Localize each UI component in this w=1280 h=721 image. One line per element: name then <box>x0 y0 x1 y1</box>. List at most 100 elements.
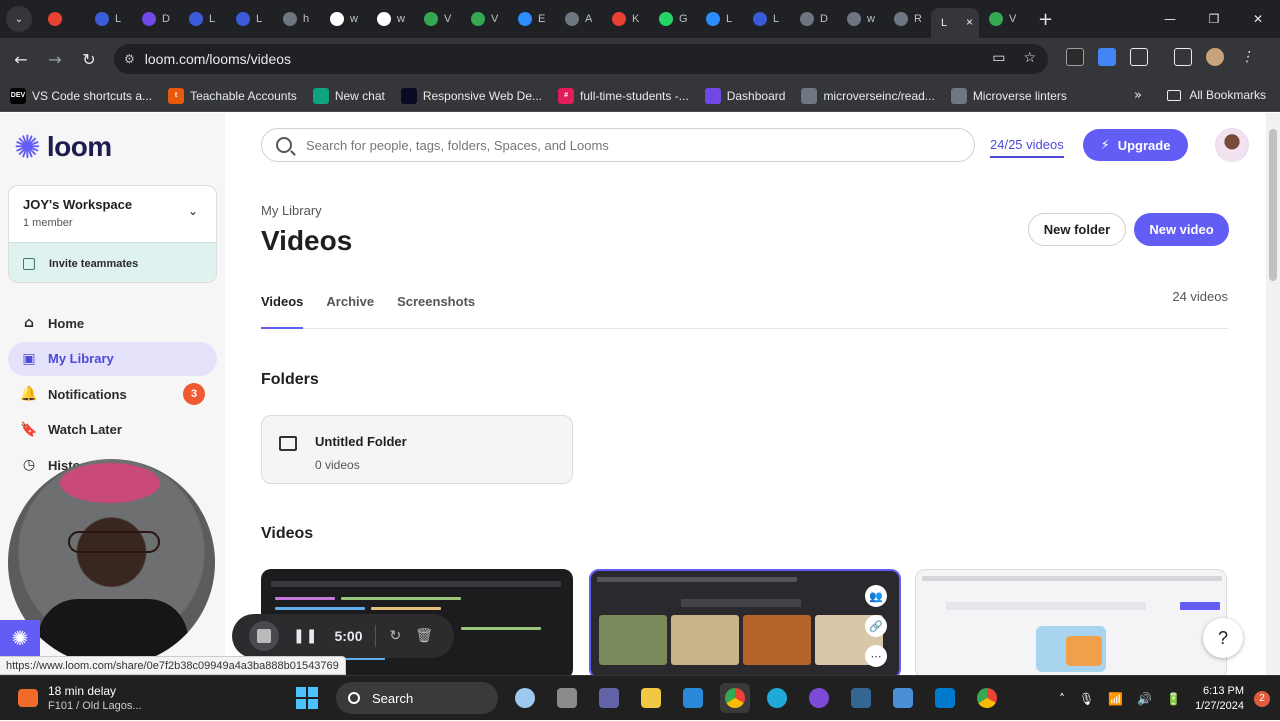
close-window-button[interactable]: ✕ <box>1236 12 1280 26</box>
sidebar-item-home[interactable]: ⌂ Home <box>8 306 217 340</box>
invite-teammates-button[interactable]: Invite teammates <box>9 242 216 282</box>
share-people-icon[interactable]: 👥 <box>865 585 887 607</box>
edge-icon[interactable] <box>762 683 792 713</box>
chrome-profile-icon[interactable] <box>972 683 1002 713</box>
sidebar-item-my-library[interactable]: ▣ My Library <box>8 341 217 376</box>
file-explorer-icon[interactable] <box>636 683 666 713</box>
battery-icon[interactable]: 🔋 <box>1166 692 1181 706</box>
browser-tab[interactable]: L <box>696 4 743 34</box>
microphone-icon[interactable]: 🎙 <box>1079 692 1094 706</box>
postgres-icon[interactable] <box>846 683 876 713</box>
sidebar-item-watch-later[interactable]: 🔖 Watch Later <box>8 413 217 447</box>
taskbar-search[interactable]: Search <box>336 682 498 714</box>
chevron-down-icon[interactable]: ⌄ <box>188 204 198 218</box>
weather-icon[interactable] <box>510 683 540 713</box>
maximize-button[interactable]: ❐ <box>1192 12 1236 26</box>
pause-button[interactable]: ❚❚ <box>293 628 318 644</box>
browser-tab[interactable]: h <box>273 4 320 34</box>
new-video-button[interactable]: New video <box>1134 213 1229 246</box>
browser-tab[interactable]: w <box>367 4 414 34</box>
site-info-icon[interactable]: ⚙ <box>124 52 135 66</box>
windows-start-icon[interactable] <box>296 687 318 709</box>
bookmark-item[interactable]: Responsive Web De... <box>400 87 542 104</box>
restart-icon[interactable]: ↻ <box>390 628 402 644</box>
all-bookmarks-button[interactable]: All Bookmarks <box>1167 88 1266 102</box>
video-quota-link[interactable]: 24/25 videos <box>990 137 1064 158</box>
breadcrumb[interactable]: My Library <box>261 203 322 218</box>
more-actions-icon[interactable]: ⋯ <box>865 645 887 667</box>
bookmark-item[interactable]: # full-time-students -... <box>558 87 689 104</box>
browser-tab[interactable]: R <box>884 4 931 34</box>
browser-tab[interactable]: D <box>790 4 837 34</box>
stop-recording-button[interactable] <box>249 621 279 651</box>
extension-icon[interactable] <box>1098 48 1116 66</box>
side-panel-icon[interactable] <box>1174 48 1192 66</box>
browser-tab[interactable]: L <box>179 4 226 34</box>
browser-tab[interactable]: L <box>85 4 132 34</box>
extension-icon[interactable] <box>1066 48 1084 66</box>
video-card[interactable] <box>915 569 1227 675</box>
puzzle-icon[interactable] <box>1130 48 1148 66</box>
close-tab-icon[interactable]: × <box>966 15 973 29</box>
browser-tab[interactable]: V <box>979 4 1026 34</box>
browser-tab[interactable]: D <box>132 4 179 34</box>
browser-tab[interactable] <box>38 4 85 34</box>
browser-tab[interactable]: L <box>226 4 273 34</box>
profile-avatar[interactable] <box>1206 48 1224 66</box>
user-avatar[interactable] <box>1215 128 1249 162</box>
help-button[interactable]: ? <box>1203 618 1243 658</box>
tab-videos[interactable]: Videos <box>261 293 304 329</box>
bookmark-item[interactable]: DEV VS Code shortcuts a... <box>10 87 152 104</box>
forward-button[interactable]: → <box>38 50 72 69</box>
tab-search-button[interactable]: ⌄ <box>6 6 32 32</box>
store-icon[interactable] <box>678 683 708 713</box>
browser-tab[interactable]: V <box>414 4 461 34</box>
browser-tab[interactable]: L <box>743 4 790 34</box>
bookmark-item[interactable]: microverseinc/read... <box>801 87 935 104</box>
wifi-icon[interactable]: 📶 <box>1108 692 1123 706</box>
address-bar[interactable]: ⚙ loom.com/looms/videos ▭ ☆ <box>114 44 1048 74</box>
video-card[interactable]: 👥 🔗 ⋯ <box>589 569 901 675</box>
browser-tab[interactable]: G <box>649 4 696 34</box>
task-view-icon[interactable] <box>552 683 582 713</box>
chrome-icon[interactable] <box>720 683 750 713</box>
minimize-button[interactable]: — <box>1148 12 1192 26</box>
clock[interactable]: 6:13 PM 1/27/2024 <box>1195 684 1244 714</box>
tab-archive[interactable]: Archive <box>326 293 374 329</box>
browser-tab[interactable]: K <box>602 4 649 34</box>
loom-logo[interactable]: ✺ loom <box>14 131 112 163</box>
address-url[interactable]: loom.com/looms/videos <box>145 51 291 67</box>
volume-icon[interactable]: 🔊 <box>1137 692 1152 706</box>
folder-card[interactable]: Untitled Folder 0 videos <box>261 415 573 484</box>
traffic-widget[interactable]: 18 min delay F101 / Old Lagos... <box>18 684 142 712</box>
upgrade-button[interactable]: ⚡ Upgrade <box>1083 129 1188 161</box>
bookmark-item[interactable]: t Teachable Accounts <box>168 87 297 104</box>
bookmark-item[interactable]: Dashboard <box>704 87 785 104</box>
notification-badge[interactable]: 2 <box>1254 690 1270 707</box>
browser-tab[interactable]: w <box>837 4 884 34</box>
search-input[interactable] <box>306 137 946 153</box>
workspace-header[interactable]: JOY's Workspace 1 member ⌄ <box>9 186 216 242</box>
github-desktop-icon[interactable] <box>804 683 834 713</box>
sidebar-item-notifications[interactable]: 🔔 Notifications 3 <box>8 377 217 411</box>
bookmark-item[interactable]: New chat <box>312 87 385 104</box>
more-menu-icon[interactable]: ⋮ <box>1238 48 1256 66</box>
reload-button[interactable]: ↻ <box>72 50 106 69</box>
vscode-icon[interactable] <box>930 683 960 713</box>
image-viewer-icon[interactable] <box>888 683 918 713</box>
cast-icon[interactable]: ▭ <box>992 50 1005 66</box>
chevron-up-icon[interactable]: ˄ <box>1059 692 1065 706</box>
new-tab-button[interactable]: + <box>1038 9 1053 30</box>
browser-tab[interactable]: E <box>508 4 555 34</box>
browser-tab[interactable]: w <box>320 4 367 34</box>
bookmark-item[interactable]: Microverse linters <box>950 87 1067 104</box>
back-button[interactable]: ← <box>4 50 38 69</box>
teams-icon[interactable] <box>594 683 624 713</box>
browser-tab[interactable]: A <box>555 4 602 34</box>
active-tab[interactable]: L × <box>931 8 979 38</box>
bookmarks-overflow-button[interactable]: » <box>1134 88 1142 103</box>
copy-link-icon[interactable]: 🔗 <box>865 615 887 637</box>
new-folder-button[interactable]: New folder <box>1028 213 1126 246</box>
bookmark-star-icon[interactable]: ☆ <box>1023 50 1036 66</box>
tab-screenshots[interactable]: Screenshots <box>397 293 475 329</box>
